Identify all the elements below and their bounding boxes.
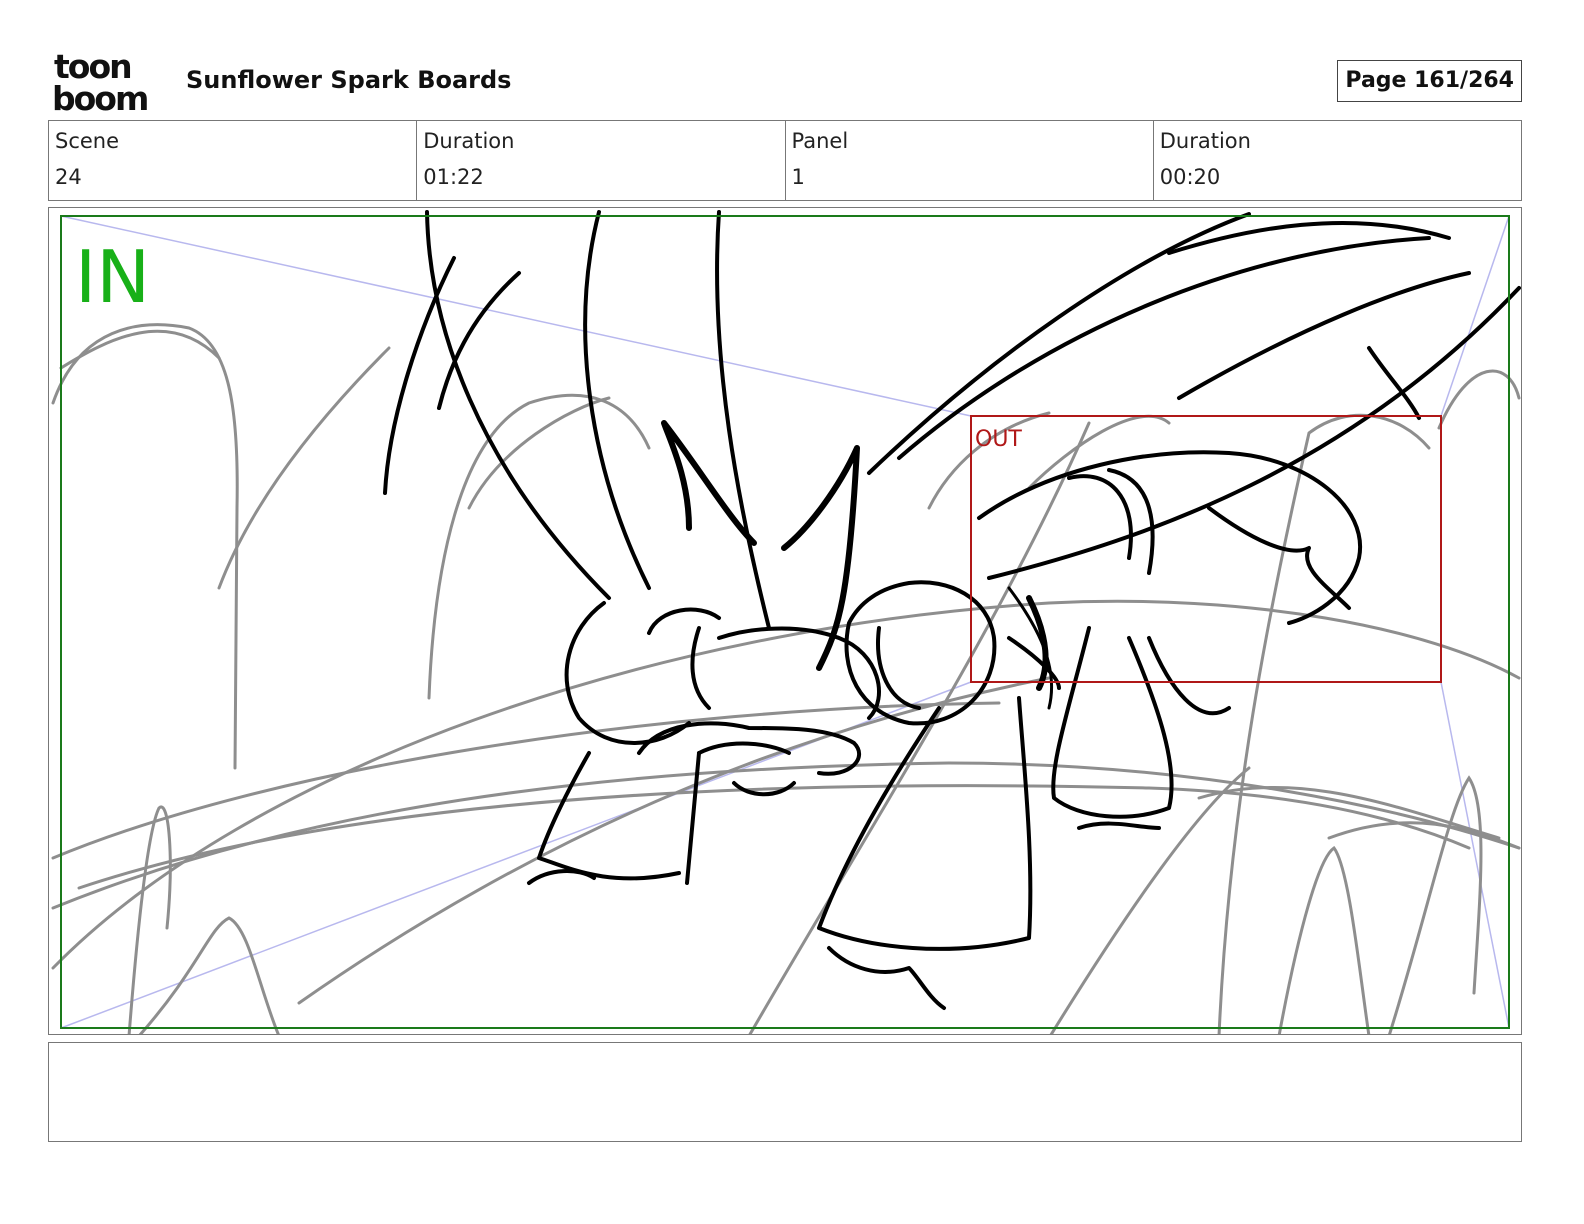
scene-duration-label: Duration — [423, 129, 515, 153]
project-title: Sunflower Spark Boards — [186, 66, 512, 94]
panel-cell: Panel 1 — [786, 121, 1154, 200]
panel-notes-box — [48, 1042, 1522, 1142]
scene-value: 24 — [55, 165, 82, 189]
camera-in-label: IN — [75, 235, 150, 319]
scene-cell: Scene 24 — [49, 121, 418, 200]
scene-label: Scene — [55, 129, 120, 153]
panel-drawing: IN OUT — [51, 210, 1521, 1034]
scene-info-table: Scene 24 Duration 01:22 Panel 1 Duration… — [48, 120, 1522, 201]
panel-value: 1 — [791, 165, 805, 189]
logo-text-bottom: boom — [52, 79, 147, 114]
camera-out-label: OUT — [975, 427, 1022, 452]
panel-label: Panel — [791, 129, 849, 153]
page-indicator: Page 161/264 — [1337, 60, 1522, 102]
scene-duration-value: 01:22 — [423, 165, 484, 189]
panel-duration-label: Duration — [1159, 129, 1251, 153]
scene-duration-cell: Duration 01:22 — [417, 121, 786, 200]
storyboard-panel: IN OUT — [48, 207, 1522, 1035]
panel-duration-cell: Duration 00:20 — [1154, 121, 1521, 200]
rough-background-sketch — [51, 323, 1521, 1034]
panel-duration-value: 00:20 — [1159, 165, 1221, 189]
toonboom-logo: toon boom — [52, 50, 149, 114]
